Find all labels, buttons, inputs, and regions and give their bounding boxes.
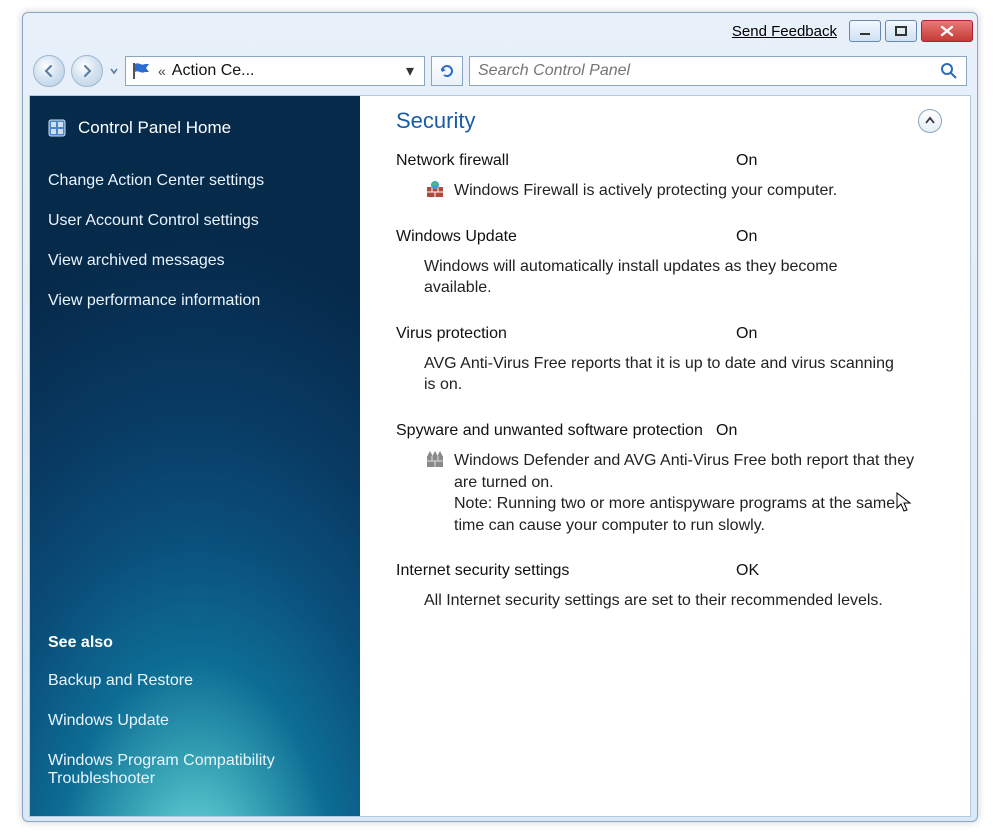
section-title: Security: [396, 108, 475, 134]
send-feedback-link[interactable]: Send Feedback: [732, 23, 837, 40]
item-label: Spyware and unwanted software protection: [396, 422, 716, 440]
item-status: On: [736, 228, 757, 246]
see-also-heading: See also: [48, 634, 342, 652]
refresh-icon: [438, 62, 456, 80]
control-panel-home-link[interactable]: Control Panel Home: [48, 118, 342, 138]
main-scroll[interactable]: Security Network firewall On: [360, 96, 970, 816]
flag-icon: [132, 62, 152, 80]
item-note: Note: Running two or more antispyware pr…: [454, 493, 924, 536]
see-also-windows-update[interactable]: Windows Update: [48, 712, 342, 730]
security-item-windows-update: Windows Update On Windows will automatic…: [396, 228, 942, 299]
security-item-internet-settings: Internet security settings OK All Intern…: [396, 562, 942, 612]
security-item-virus-protection: Virus protection On AVG Anti-Virus Free …: [396, 325, 942, 396]
search-input[interactable]: [478, 62, 910, 80]
titlebar: Send Feedback: [23, 13, 977, 49]
item-status: On: [716, 422, 737, 440]
item-label: Virus protection: [396, 325, 736, 343]
back-button[interactable]: [33, 55, 65, 87]
see-also-compat-troubleshooter[interactable]: Windows Program Compatibility Troublesho…: [48, 752, 342, 788]
search-box[interactable]: [469, 56, 967, 86]
breadcrumb: Action Ce...: [172, 62, 396, 80]
sidebar-link-performance-info[interactable]: View performance information: [48, 292, 342, 310]
control-panel-icon: [48, 119, 66, 137]
item-label: Network firewall: [396, 152, 736, 170]
sidebar-link-archived-messages[interactable]: View archived messages: [48, 252, 342, 270]
forward-button[interactable]: [71, 55, 103, 87]
minimize-button[interactable]: [849, 20, 881, 42]
item-desc: Windows will automatically install updat…: [424, 256, 894, 299]
sidebar: Control Panel Home Change Action Center …: [30, 96, 360, 816]
maximize-button[interactable]: [885, 20, 917, 42]
sidebar-link-uac-settings[interactable]: User Account Control settings: [48, 212, 342, 230]
security-item-firewall: Network firewall On Windows Firewall is …: [396, 152, 942, 202]
nav-dropdown-icon[interactable]: [109, 64, 119, 78]
content-area: Control Panel Home Change Action Center …: [29, 95, 971, 817]
address-bar[interactable]: « Action Ce... ▾: [125, 56, 425, 86]
chevron-up-icon: [924, 115, 936, 127]
close-button[interactable]: [921, 20, 973, 42]
item-status: On: [736, 152, 757, 170]
sidebar-link-change-settings[interactable]: Change Action Center settings: [48, 172, 342, 190]
firewall-icon: [426, 180, 444, 198]
section-header: Security: [396, 108, 942, 134]
search-icon: [940, 62, 958, 80]
item-desc: AVG Anti-Virus Free reports that it is u…: [424, 353, 894, 396]
item-desc: Windows Firewall is actively protecting …: [454, 180, 837, 202]
refresh-button[interactable]: [431, 56, 463, 86]
item-desc: All Internet security settings are set t…: [424, 590, 883, 612]
collapse-section-button[interactable]: [918, 109, 942, 133]
defender-icon: [426, 450, 444, 468]
main-panel: Security Network firewall On: [360, 96, 970, 816]
control-panel-home-label: Control Panel Home: [78, 118, 231, 138]
item-label: Internet security settings: [396, 562, 736, 580]
item-label: Windows Update: [396, 228, 736, 246]
address-dropdown-icon[interactable]: ▾: [402, 61, 418, 81]
item-desc: Windows Defender and AVG Anti-Virus Free…: [454, 450, 924, 536]
navbar: « Action Ce... ▾: [23, 49, 977, 93]
window-frame: Send Feedback « Action: [22, 12, 978, 822]
see-also-backup-restore[interactable]: Backup and Restore: [48, 672, 342, 690]
item-status: OK: [736, 562, 759, 580]
item-status: On: [736, 325, 757, 343]
breadcrumb-prefix-icon: «: [158, 63, 166, 79]
security-item-spyware-protection: Spyware and unwanted software protection…: [396, 422, 942, 536]
window-controls: [849, 20, 973, 42]
